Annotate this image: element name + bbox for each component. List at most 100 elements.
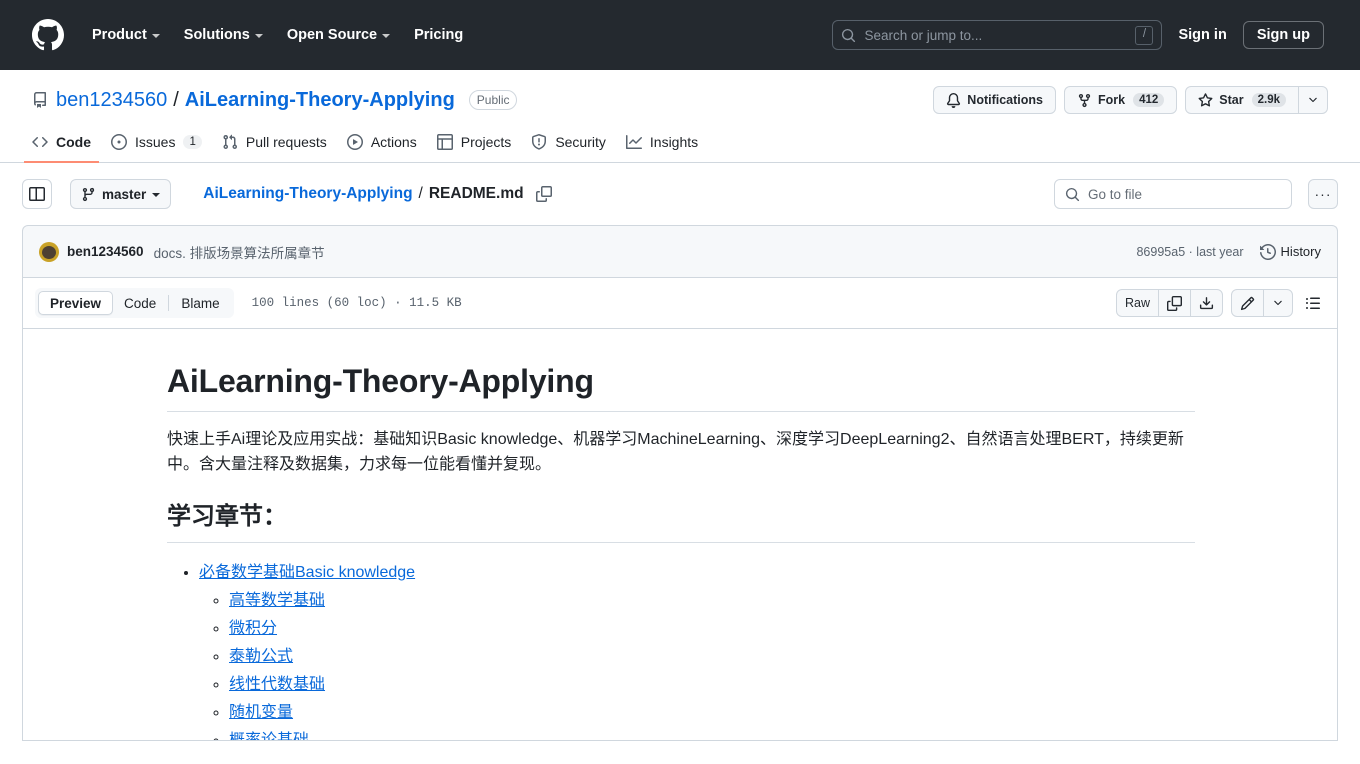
more-options-button[interactable]: ··· bbox=[1308, 179, 1338, 209]
tab-issues[interactable]: Issues 1 bbox=[103, 127, 210, 163]
global-nav: Product Solutions Open Source Pricing bbox=[80, 19, 475, 51]
raw-actions-group: Raw bbox=[1115, 289, 1223, 317]
git-branch-icon bbox=[82, 187, 95, 201]
file-navigation-row: master AiLearning-Theory-Applying / READ… bbox=[0, 163, 1360, 225]
star-label: Star bbox=[1219, 93, 1244, 107]
history-link[interactable]: History bbox=[1259, 243, 1321, 260]
chevron-down-icon bbox=[152, 193, 161, 197]
sidebar-expand-icon[interactable] bbox=[22, 179, 52, 209]
commit-relative-time: last year bbox=[1196, 244, 1244, 259]
chapter-sublink-6[interactable]: 概率论基础 bbox=[229, 732, 309, 740]
notifications-button[interactable]: Notifications bbox=[933, 86, 1056, 114]
bell-icon bbox=[947, 92, 961, 108]
chapter-sublink-1[interactable]: 高等数学基础 bbox=[229, 592, 325, 609]
tab-pull-requests-label: Pull requests bbox=[245, 134, 327, 150]
list-item: 随机变量 bbox=[229, 699, 1195, 727]
chevron-down-icon bbox=[382, 34, 391, 38]
search-icon bbox=[842, 28, 856, 42]
download-button[interactable] bbox=[1191, 290, 1222, 316]
chapter-list: 必备数学基础Basic knowledge 高等数学基础 微积分 泰勒公式 线性… bbox=[167, 559, 1195, 740]
global-header: Product Solutions Open Source Pricing Se… bbox=[0, 0, 1360, 70]
chapter-sublink-3[interactable]: 泰勒公式 bbox=[229, 648, 293, 665]
repo-owner-link[interactable]: ben1234560 bbox=[56, 89, 167, 112]
search-input[interactable]: Search or jump to... / bbox=[832, 20, 1163, 50]
tab-pull-requests[interactable]: Pull requests bbox=[214, 127, 335, 163]
commit-meta-group: 86995a5 · last year History bbox=[1136, 243, 1321, 260]
sign-in-button[interactable]: Sign in bbox=[1162, 21, 1242, 49]
section-heading-chapters: 学习章节： bbox=[167, 502, 1195, 543]
nav-item-product[interactable]: Product bbox=[80, 19, 172, 51]
code-icon bbox=[32, 136, 48, 148]
tab-actions[interactable]: Actions bbox=[339, 127, 425, 163]
list-item: 概率论基础 bbox=[229, 727, 1195, 740]
copy-icon bbox=[1167, 295, 1182, 311]
star-count: 2.9k bbox=[1251, 93, 1286, 107]
fork-icon bbox=[1078, 93, 1091, 107]
star-button[interactable]: Star 2.9k bbox=[1185, 86, 1299, 114]
table-icon bbox=[436, 134, 453, 150]
tab-blame[interactable]: Blame bbox=[170, 291, 230, 315]
search-shortcut-badge: / bbox=[1135, 25, 1154, 45]
fork-count: 412 bbox=[1133, 93, 1165, 107]
chapter-sublink-4[interactable]: 线性代数基础 bbox=[229, 676, 325, 693]
nav-item-pricing-label: Pricing bbox=[414, 27, 464, 43]
chapter-link-basic-knowledge[interactable]: 必备数学基础Basic knowledge bbox=[199, 564, 415, 581]
edit-button[interactable] bbox=[1232, 290, 1264, 316]
chevron-down-icon bbox=[151, 34, 160, 38]
copy-raw-button[interactable] bbox=[1159, 290, 1191, 316]
tab-preview[interactable]: Preview bbox=[38, 291, 114, 315]
repository-header: ben1234560 / AiLearning-Theory-Applying … bbox=[0, 70, 1360, 114]
tab-security[interactable]: Security bbox=[523, 127, 614, 163]
edit-dropdown-button[interactable] bbox=[1264, 290, 1292, 316]
file-size-meta: 100 lines (60 loc) · 11.5 KB bbox=[251, 296, 462, 310]
raw-button[interactable]: Raw bbox=[1117, 290, 1159, 316]
tab-projects[interactable]: Projects bbox=[429, 127, 520, 163]
nav-item-pricing[interactable]: Pricing bbox=[402, 19, 475, 51]
repo-name-link[interactable]: AiLearning-Theory-Applying bbox=[185, 89, 455, 112]
tab-code-view[interactable]: Code bbox=[113, 291, 167, 315]
status-badge: Public bbox=[468, 90, 518, 110]
pencil-icon bbox=[1240, 296, 1255, 310]
file-actions-group: Raw bbox=[1115, 289, 1325, 317]
tab-security-label: Security bbox=[555, 134, 606, 150]
copy-icon[interactable] bbox=[535, 186, 552, 202]
nav-item-solutions-label: Solutions bbox=[183, 27, 250, 43]
star-dropdown-button[interactable] bbox=[1299, 86, 1328, 114]
fork-label: Fork bbox=[1098, 93, 1126, 107]
tab-insights-label: Insights bbox=[649, 134, 699, 150]
history-icon bbox=[1259, 243, 1276, 260]
issue-opened-icon bbox=[111, 134, 127, 150]
commit-sha: 86995a5 bbox=[1136, 244, 1186, 259]
commit-sha-and-time[interactable]: 86995a5 · last year bbox=[1136, 245, 1243, 259]
go-to-file-placeholder: Go to file bbox=[1088, 186, 1143, 202]
graph-icon bbox=[625, 135, 642, 149]
github-mark-icon[interactable] bbox=[32, 19, 64, 51]
branch-selector[interactable]: master bbox=[70, 179, 172, 209]
search-placeholder: Search or jump to... bbox=[864, 27, 983, 43]
list-item: 高等数学基础 bbox=[229, 587, 1195, 615]
commit-message[interactable]: docs. 排版场景算法所属章节 bbox=[154, 242, 325, 262]
branch-name: master bbox=[102, 186, 147, 202]
breadcrumb-repo-link[interactable]: AiLearning-Theory-Applying bbox=[203, 185, 412, 203]
notifications-label: Notifications bbox=[967, 93, 1043, 107]
breadcrumb: ben1234560 / AiLearning-Theory-Applying … bbox=[32, 89, 518, 112]
tab-issues-label: Issues bbox=[135, 134, 176, 150]
nav-item-solutions[interactable]: Solutions bbox=[172, 19, 275, 51]
fork-button[interactable]: Fork 412 bbox=[1064, 86, 1178, 114]
outline-button[interactable] bbox=[1301, 295, 1325, 311]
chapter-sublink-2[interactable]: 微积分 bbox=[229, 620, 277, 637]
chevron-down-icon bbox=[254, 34, 263, 38]
download-icon bbox=[1199, 296, 1214, 309]
nav-item-open-source[interactable]: Open Source bbox=[275, 19, 402, 51]
sign-up-button[interactable]: Sign up bbox=[1242, 21, 1324, 49]
chapter-sublink-5[interactable]: 随机变量 bbox=[229, 704, 293, 721]
breadcrumb-separator: / bbox=[418, 185, 423, 202]
list-item: 微积分 bbox=[229, 615, 1195, 643]
tab-code[interactable]: Code bbox=[24, 127, 99, 163]
commit-author-link[interactable]: ben1234560 bbox=[67, 244, 144, 259]
edit-actions-group bbox=[1231, 289, 1293, 317]
repo-icon bbox=[34, 92, 46, 108]
tab-insights[interactable]: Insights bbox=[618, 127, 706, 163]
go-to-file-input[interactable]: Go to file bbox=[1054, 179, 1292, 209]
breadcrumb-file-name: README.md bbox=[428, 185, 524, 202]
